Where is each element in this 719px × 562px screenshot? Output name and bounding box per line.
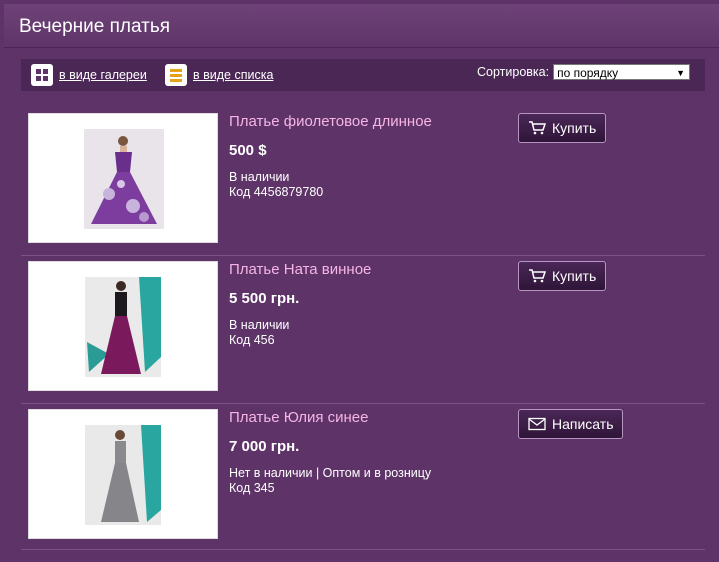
product-stock: Нет в наличии | Оптом и в розницу <box>229 466 432 480</box>
page-title: Вечерние платья <box>19 16 171 37</box>
product-price: 5 500 грн. <box>229 290 300 307</box>
sort-label: Сортировка: <box>477 65 550 79</box>
product-image[interactable] <box>28 113 218 243</box>
sort-control: Сортировка: по порядку ▼ <box>477 64 691 80</box>
product-code: Код 456 <box>229 333 275 347</box>
write-button[interactable]: Написать <box>518 409 624 439</box>
purple-dress-image <box>84 129 164 229</box>
product-stock: В наличии <box>229 318 290 332</box>
cart-icon <box>529 121 546 135</box>
product-name[interactable]: Платье Ната винное <box>229 261 371 278</box>
product-price: 500 $ <box>229 142 267 159</box>
buy-button[interactable]: Купить <box>518 261 607 291</box>
sort-selected-value: по порядку <box>557 66 619 80</box>
divider <box>21 549 705 550</box>
grey-dress-image <box>85 425 161 525</box>
list-view-button[interactable]: в виде списка <box>165 64 273 86</box>
buy-button[interactable]: Купить <box>518 113 607 143</box>
product-image[interactable] <box>28 409 218 539</box>
product-stock: В наличии <box>229 170 290 184</box>
cart-icon <box>529 269 546 283</box>
product-image[interactable] <box>28 261 218 391</box>
write-button-label: Написать <box>552 416 614 432</box>
gallery-view-button[interactable]: в виде галереи <box>31 64 147 86</box>
gallery-view-label[interactable]: в виде галереи <box>59 68 147 82</box>
buy-button-label: Купить <box>552 268 597 284</box>
product-price: 7 000 грн. <box>229 438 300 455</box>
dropdown-arrow-icon: ▼ <box>676 68 686 78</box>
product-item: Платье Юлия синее 7 000 грн. Нет в налич… <box>21 404 705 552</box>
product-name[interactable]: Платье фиолетовое длинное <box>229 113 432 130</box>
list-view-label[interactable]: в виде списка <box>193 68 273 82</box>
product-code: Код 345 <box>229 481 275 495</box>
grid-icon <box>31 64 53 86</box>
product-code: Код 4456879780 <box>229 185 324 199</box>
page-header: Вечерние платья <box>4 4 719 48</box>
envelope-icon <box>528 417 546 431</box>
wine-dress-image <box>85 277 161 377</box>
sort-select[interactable]: по порядку ▼ <box>553 64 691 80</box>
product-item: Платье фиолетовое длинное 500 $ В наличи… <box>21 108 705 256</box>
view-toolbar: в виде галереи в виде списка Сортировка:… <box>21 59 705 91</box>
buy-button-label: Купить <box>552 120 597 136</box>
product-name[interactable]: Платье Юлия синее <box>229 409 369 426</box>
product-item: Платье Ната винное 5 500 грн. В наличии … <box>21 256 705 404</box>
list-icon <box>165 64 187 86</box>
